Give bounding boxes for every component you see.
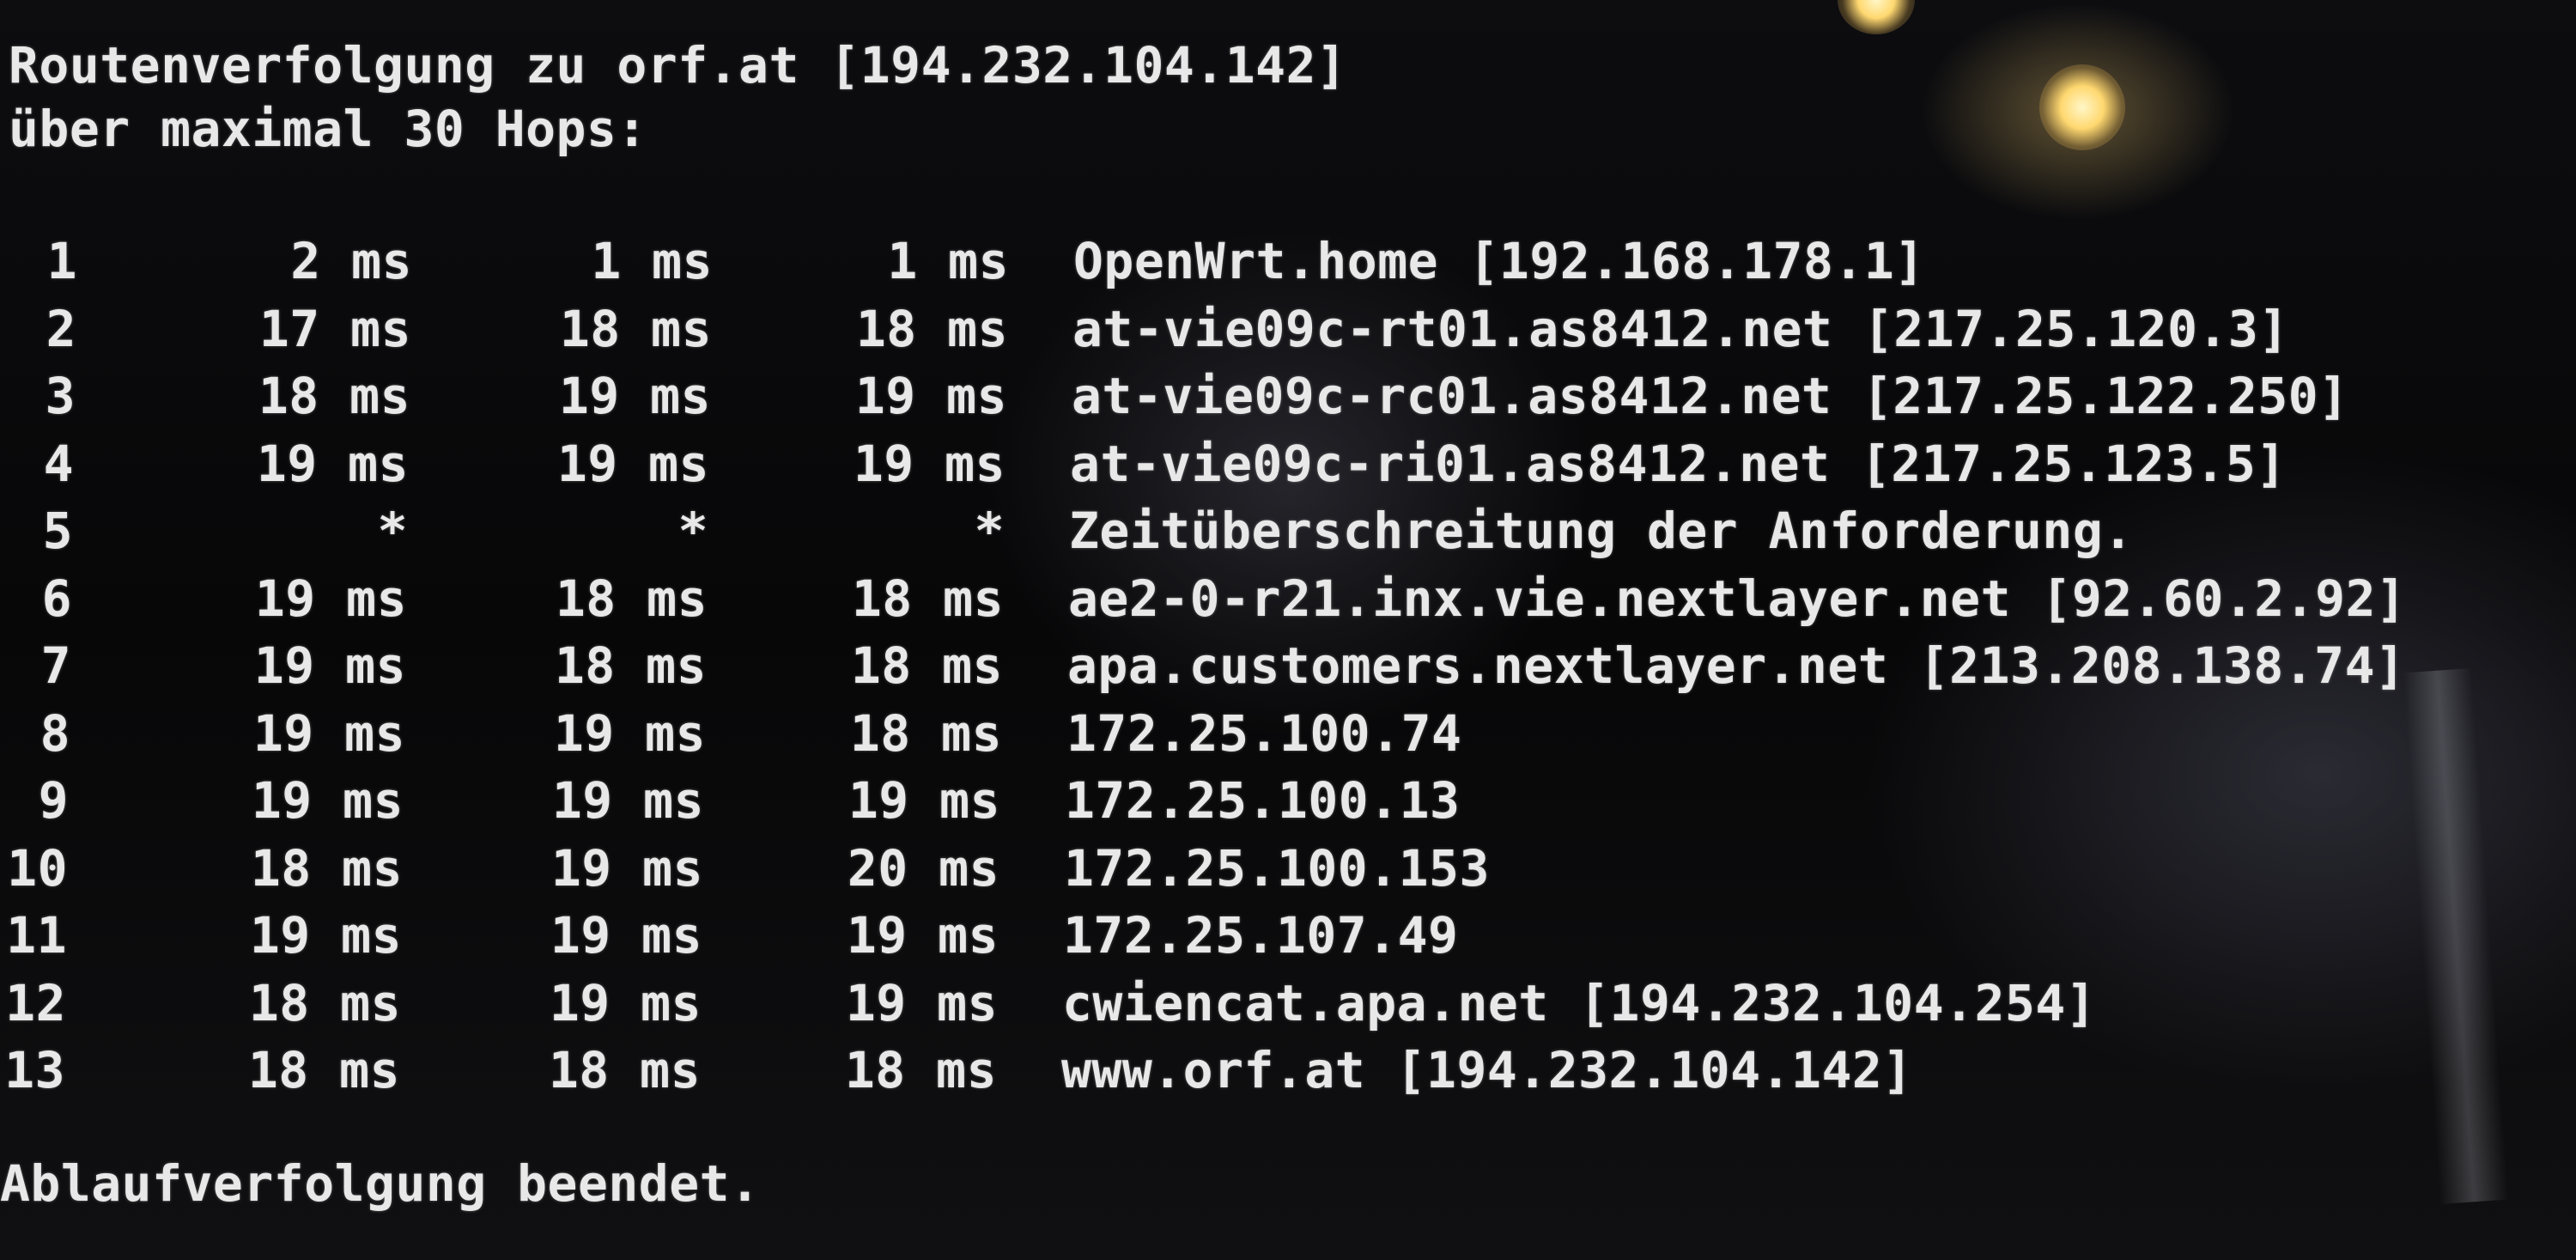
hop-rtt-3: 18 ms <box>850 636 1003 695</box>
command-prompt-window: Routenverfolgung zu orf.at [194.232.104.… <box>0 0 2576 1260</box>
hop-rtt-1: 19 ms <box>253 636 406 695</box>
photographed-monitor: Routenverfolgung zu orf.at [194.232.104.… <box>0 0 2576 1260</box>
hop-rtt-2: 19 ms <box>550 906 702 965</box>
hop-host: OpenWrt.home [192.168.178.1] <box>1073 232 1925 290</box>
hop-rtt-3: 18 ms <box>851 569 1004 628</box>
hop-rtt-1: 19 ms <box>251 771 404 830</box>
hop-host: at-vie09c-rc01.as8412.net [217.25.122.25… <box>1072 367 2349 425</box>
hop-number: 6 <box>41 569 72 628</box>
hop-number: 5 <box>42 502 73 560</box>
hop-rtt-3: 18 ms <box>849 703 1002 763</box>
hop-rtt-3: * <box>974 502 1005 560</box>
hop-host: cwiencat.apa.net [194.232.104.254] <box>1062 973 2097 1032</box>
hop-row: 4 19 ms 19 ms 19 ms at-vie09c-ri01.as8412.ne… <box>5 431 2495 496</box>
hop-number: 1 <box>46 232 77 290</box>
hop-rtt-2: 18 ms <box>559 299 712 358</box>
hop-number: 4 <box>43 434 74 493</box>
hop-row: 9 19 ms 19 ms 19 ms 172.25.100.13 <box>0 768 2490 833</box>
hop-number: 2 <box>46 299 76 358</box>
trace-complete-message: Ablaufverfolgung beendet. <box>0 1154 761 1213</box>
hop-rtt-2: 19 ms <box>556 434 709 493</box>
hop-row: 7 19 ms 18 ms 18 ms apa.customers.nextlayer.… <box>3 633 2493 698</box>
hop-number: 13 <box>4 1041 65 1099</box>
hop-number: 8 <box>39 703 70 763</box>
hop-row: 1 2 ms 1 ms 1 ms OpenWrt.home [192.168.178.1… <box>9 228 2499 294</box>
hop-row: 6 19 ms 18 ms 18 ms ae2-0-r21.inx.vie.nextla… <box>3 566 2494 631</box>
hop-rtt-2: 19 ms <box>550 838 703 898</box>
hop-rtt-2: 18 ms <box>555 569 708 628</box>
hop-row: 10 18 ms 19 ms 20 ms 172.25.100.153 <box>0 836 2489 901</box>
hop-row: 3 18 ms 19 ms 19 ms at-vie09c-rc01.as8412.ne… <box>7 363 2497 429</box>
hop-rtt-3: 19 ms <box>853 434 1005 493</box>
hop-rtt-3: 1 ms <box>887 232 1009 290</box>
hop-rtt-1: 19 ms <box>252 703 405 763</box>
hop-number: 11 <box>6 906 67 965</box>
hop-rtt-1: 19 ms <box>254 569 407 628</box>
hop-rtt-3: 19 ms <box>846 906 999 965</box>
hop-rtt-2: * <box>677 502 708 560</box>
hop-row: 5 * * * Zeitüberschreitung der Anforderung. <box>4 498 2494 563</box>
hop-host: 172.25.100.13 <box>1065 771 1461 830</box>
hop-rtt-3: 19 ms <box>845 973 998 1032</box>
hop-rtt-1: 19 ms <box>249 906 402 965</box>
hop-rtt-2: 19 ms <box>551 771 704 830</box>
hop-number: 3 <box>45 367 76 425</box>
hop-host: at-vie09c-ri01.as8412.net [217.25.123.5] <box>1070 434 2287 493</box>
hop-number: 9 <box>38 771 69 830</box>
hop-row: 8 19 ms 19 ms 18 ms 172.25.100.74 <box>2 701 2492 766</box>
hop-host: 172.25.100.74 <box>1066 703 1462 763</box>
hop-rtt-3: 20 ms <box>847 838 999 898</box>
hop-rtt-2: 19 ms <box>553 703 706 763</box>
hop-rtt-2: 19 ms <box>558 367 711 425</box>
hop-rtt-3: 19 ms <box>854 367 1007 425</box>
hop-rtt-3: 18 ms <box>844 1041 997 1099</box>
trace-header-target: Routenverfolgung zu orf.at [194.232.104.… <box>9 36 1347 94</box>
hop-rtt-2: 18 ms <box>554 636 707 695</box>
hop-host: Zeitüberschreitung der Anforderung. <box>1069 502 2134 560</box>
hop-rtt-1: 18 ms <box>250 838 403 898</box>
hop-host: ae2-0-r21.inx.vie.nextlayer.net [92.60.2… <box>1068 569 2407 628</box>
hop-host: at-vie09c-rt01.as8412.net [217.25.120.3] <box>1072 299 2289 358</box>
hop-rtt-3: 18 ms <box>855 299 1008 358</box>
hop-row: 13 18 ms 18 ms 18 ms www.orf.at [194.232.104… <box>0 1038 2487 1103</box>
hop-row: 2 17 ms 18 ms 18 ms at-vie09c-rt01.as8412.ne… <box>8 296 2498 362</box>
hop-rtt-1: 18 ms <box>258 367 410 425</box>
hop-rtt-2: 1 ms <box>591 232 713 290</box>
hop-rtt-1: 19 ms <box>256 434 409 493</box>
hop-rtt-1: 2 ms <box>290 232 412 290</box>
hop-rtt-1: 17 ms <box>258 299 411 358</box>
hop-rtt-1: 18 ms <box>248 973 401 1032</box>
hop-number: 7 <box>40 636 71 695</box>
hop-rtt-1: 18 ms <box>247 1041 400 1099</box>
hop-host: 172.25.107.49 <box>1063 906 1459 965</box>
hop-row: 12 18 ms 19 ms 19 ms cwiencat.apa.net [194.2… <box>0 971 2488 1036</box>
hop-rtt-1: * <box>377 502 408 560</box>
hop-number: 10 <box>7 838 68 898</box>
hop-number: 12 <box>5 973 66 1032</box>
hop-rtt-3: 19 ms <box>848 771 1000 830</box>
hop-host: 172.25.100.153 <box>1064 838 1490 898</box>
hop-rtt-2: 18 ms <box>548 1041 701 1099</box>
hop-rtt-2: 19 ms <box>549 973 702 1032</box>
hop-host: www.orf.at [194.232.104.142] <box>1061 1041 1913 1099</box>
hop-host: apa.customers.nextlayer.net [213.208.138… <box>1067 636 2406 695</box>
hop-row: 11 19 ms 19 ms 19 ms 172.25.107.49 <box>0 903 2488 968</box>
trace-header-max-hops: über maximal 30 Hops: <box>9 100 647 158</box>
